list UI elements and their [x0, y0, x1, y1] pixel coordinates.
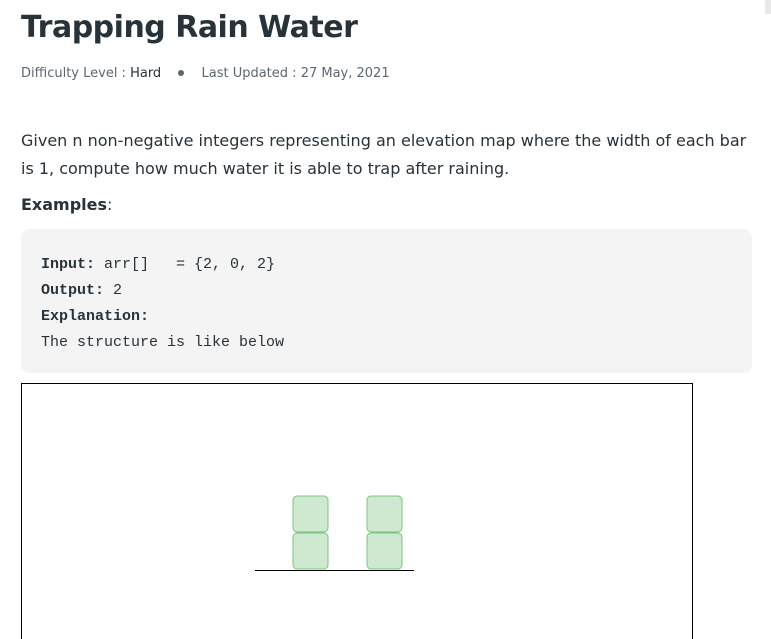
- separator-dot: [178, 70, 185, 76]
- elevation-block: [366, 532, 403, 570]
- difficulty-label: Difficulty Level :: [21, 66, 131, 81]
- updated-label: Last Updated :: [201, 66, 301, 81]
- elevation-block: [292, 495, 329, 533]
- scrollbar-thumb[interactable]: [765, 0, 771, 14]
- example-code: Input: arr[] = {2, 0, 2} Output: 2 Expla…: [41, 252, 284, 356]
- problem-statement: Given n non-negative integers representi…: [21, 131, 747, 178]
- examples-heading: Examples:: [21, 195, 112, 214]
- article-meta: Difficulty Level : Hard Last Updated : 2…: [21, 66, 390, 81]
- output-label: Output:: [41, 282, 105, 299]
- updated-date: 27 May, 2021: [300, 66, 390, 81]
- page-title: Trapping Rain Water: [21, 10, 358, 45]
- elevation-block: [292, 532, 329, 570]
- input-label: Input:: [41, 256, 96, 273]
- examples-label: Examples: [21, 195, 108, 214]
- elevation-diagram: [255, 495, 414, 571]
- explanation-text: The structure is like below: [41, 334, 285, 351]
- explanation-label: Explanation:: [41, 308, 150, 325]
- difficulty-value[interactable]: Hard: [130, 66, 161, 81]
- examples-colon: :: [107, 195, 113, 214]
- example-code-block: Input: arr[] = {2, 0, 2} Output: 2 Expla…: [21, 229, 752, 373]
- output-value: 2: [104, 282, 123, 299]
- elevation-figure: [21, 383, 693, 639]
- input-value: arr[] = {2, 0, 2}: [95, 256, 276, 273]
- elevation-block: [366, 495, 403, 533]
